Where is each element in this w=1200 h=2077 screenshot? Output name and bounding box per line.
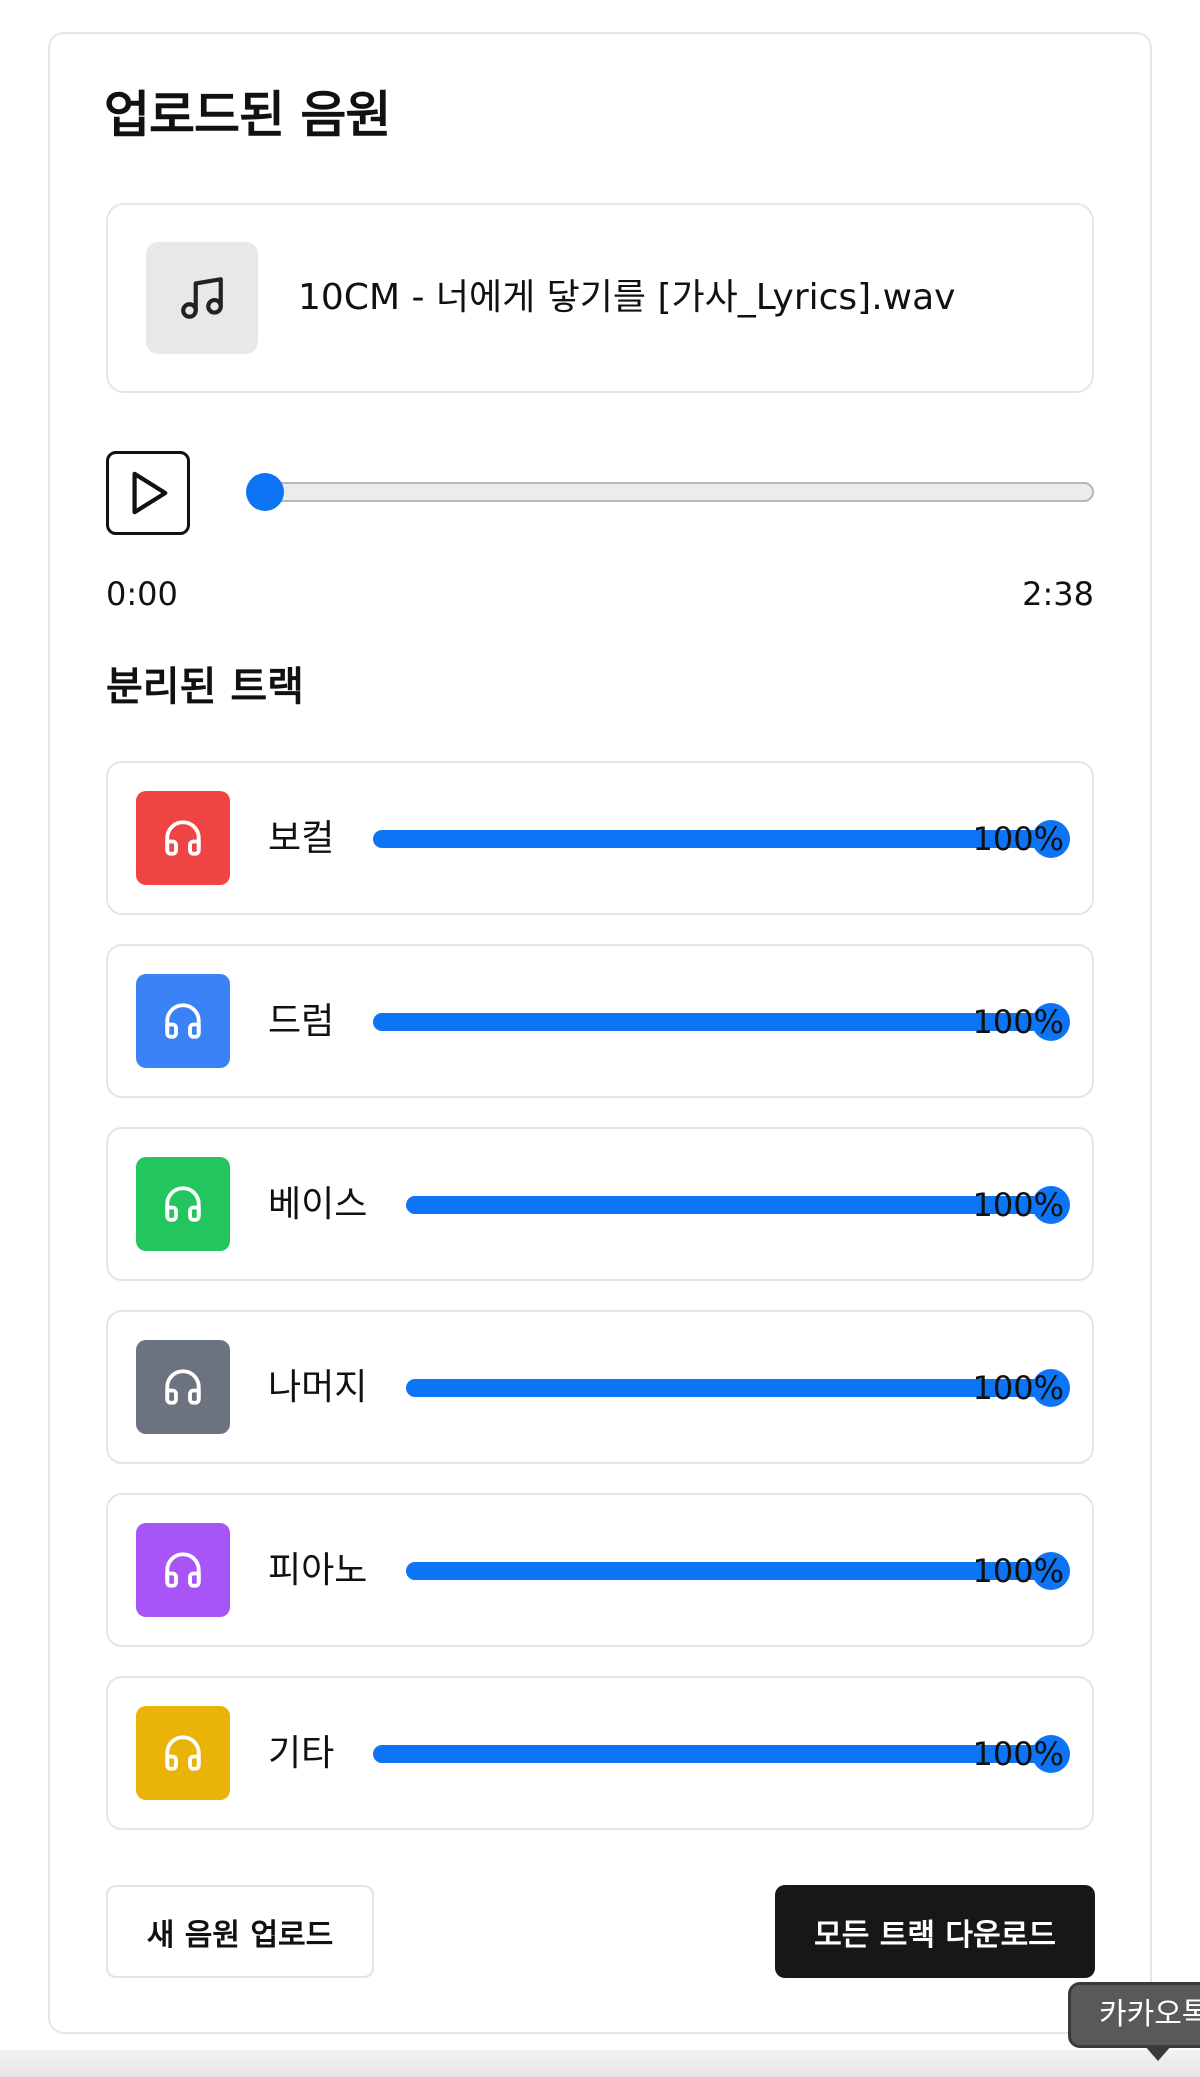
track-row-piano: 피아노 100% — [106, 1493, 1094, 1647]
track-label: 피아노 — [268, 1550, 368, 1591]
volume-value: 100% — [972, 1735, 1064, 1773]
track-row-guitar: 기타 100% — [106, 1676, 1094, 1830]
track-row-drum: 드럼 100% — [106, 944, 1094, 1098]
volume-value: 100% — [972, 1186, 1064, 1224]
total-time: 2:38 — [1022, 575, 1094, 613]
volume-slider-track[interactable] — [406, 1196, 1051, 1214]
track-label: 드럼 — [268, 1001, 335, 1042]
headphones-icon — [136, 974, 230, 1068]
play-icon — [132, 471, 168, 515]
track-label: 보컬 — [268, 818, 335, 859]
track-row-vocal: 보컬 100% — [106, 761, 1094, 915]
separated-tracks-title: 분리된 트랙 — [106, 664, 304, 710]
current-time: 0:00 — [106, 575, 178, 613]
headphones-icon — [136, 1523, 230, 1617]
volume-value: 100% — [972, 1369, 1064, 1407]
file-name: 10CM - 너에게 닿기를 [가사_Lyrics].wav — [298, 277, 956, 318]
track-row-bass: 베이스 100% — [106, 1127, 1094, 1281]
volume-slider-track[interactable] — [406, 1379, 1051, 1397]
headphones-icon — [136, 1706, 230, 1800]
volume-value: 100% — [972, 820, 1064, 858]
track-label: 기타 — [268, 1733, 335, 1774]
upload-new-audio-button[interactable]: 새 음원 업로드 — [106, 1885, 374, 1978]
floating-tab-pointer — [1144, 2045, 1172, 2061]
headphones-icon — [136, 1340, 230, 1434]
volume-value: 100% — [972, 1003, 1064, 1041]
volume-slider-track[interactable] — [373, 1745, 1051, 1763]
playback-progress-thumb[interactable] — [246, 473, 284, 511]
play-button[interactable] — [106, 451, 190, 535]
headphones-icon — [136, 791, 230, 885]
volume-slider-track[interactable] — [406, 1562, 1051, 1580]
track-label: 나머지 — [268, 1367, 368, 1408]
bottom-shade — [0, 2050, 1200, 2077]
kakaotalk-floating-tab[interactable]: 카카오톡 — [1068, 1982, 1200, 2048]
volume-slider-track[interactable] — [373, 1013, 1051, 1031]
volume-slider-track[interactable] — [373, 830, 1051, 848]
music-note-icon — [146, 242, 258, 354]
download-all-tracks-button[interactable]: 모든 트랙 다운로드 — [775, 1885, 1095, 1978]
headphones-icon — [136, 1157, 230, 1251]
track-label: 베이스 — [268, 1184, 368, 1225]
playback-progress-bar[interactable] — [246, 482, 1094, 502]
file-info-card: 10CM - 너에게 닿기를 [가사_Lyrics].wav — [106, 203, 1094, 393]
track-row-other: 나머지 100% — [106, 1310, 1094, 1464]
page-title: 업로드된 음원 — [104, 86, 391, 144]
volume-value: 100% — [972, 1552, 1064, 1590]
